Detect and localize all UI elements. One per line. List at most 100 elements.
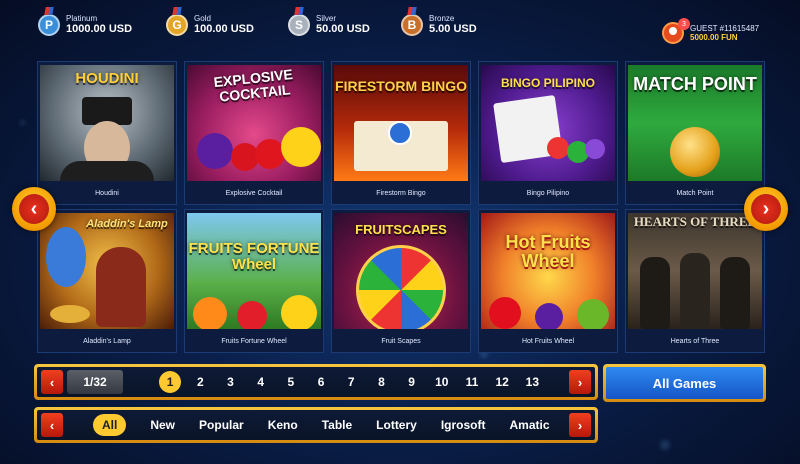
thumbnail-title: FRUITSCAPES [355,222,447,237]
jackpot-silver: S Silver 50.00 USD [288,14,370,36]
game-thumbnail[interactable]: HOUDINI [40,65,174,181]
game-card-hearts-of-three[interactable]: HEARTS OF THREE Hearts of Three [625,209,765,353]
jackpot-bronze: B Bronze 5.00 USD [401,14,477,36]
game-label: Fruits Fortune Wheel [221,338,287,345]
game-card-hot-fruits-wheel[interactable]: Hot Fruits Wheel Hot Fruits Wheel [478,209,618,353]
chevron-left-icon: ‹ [49,374,55,390]
chevron-left-icon: ‹ [49,417,55,433]
game-label: Aladdin's Lamp [83,338,131,345]
bingo-ball-icon [547,137,569,159]
all-games-label: All Games [606,367,763,399]
plum-icon [197,133,233,169]
category-prev-button[interactable]: ‹ [41,413,63,437]
thumbnail-title: Aladdin's Lamp [86,218,168,230]
page-prev-button[interactable]: ‹ [41,370,63,394]
user-avatar-icon[interactable]: 3 [662,18,690,44]
chevron-right-icon: › [577,417,583,433]
page-number[interactable]: 11 [457,375,487,389]
game-card-fruits-fortune-wheel[interactable]: FRUITS FORTUNE Wheel Fruits Fortune Whee… [184,209,324,353]
jackpot-amount: 100.00 USD [194,23,254,36]
platinum-medal-icon: P [38,14,60,36]
game-card-match-point[interactable]: MATCH POINT Match Point [625,61,765,205]
category-tab-popular[interactable]: Popular [199,418,244,432]
game-card-fruit-scapes[interactable]: FRUITSCAPES Fruit Scapes [331,209,471,353]
bokeh-light [20,120,25,125]
game-thumbnail[interactable]: FRUITS FORTUNE Wheel [187,213,321,329]
game-card-firestorm-bingo[interactable]: FIRESTORM BINGO Firestorm Bingo [331,61,471,205]
cowboy-figure [640,257,670,329]
game-thumbnail[interactable]: Aladdin's Lamp [40,213,174,329]
page-number[interactable]: 1 [155,371,185,393]
page-next-button[interactable]: › [569,370,591,394]
jackpot-gold: G Gold 100.00 USD [166,14,254,36]
category-tab-new[interactable]: New [150,418,175,432]
fortune-wheel-icon [356,245,446,329]
game-label: Hot Fruits Wheel [521,338,575,345]
magician-coat [60,161,154,181]
bingo-ball-icon [388,121,412,145]
page-number[interactable]: 7 [336,375,366,389]
category-bar: ‹ All New Popular Keno Table Lottery Igr… [34,407,598,443]
game-label: Explosive Cocktail [225,190,283,197]
next-games-button[interactable]: › [744,187,788,231]
jackpot-name: Bronze [429,13,455,23]
category-tab-all[interactable]: All [93,414,127,436]
jackpot-amount: 1000.00 USD [66,23,133,36]
category-tab-lottery[interactable]: Lottery [376,418,417,432]
game-thumbnail[interactable]: EXPLOSIVE COCKTAIL [187,65,321,181]
gold-medal-icon: G [166,14,188,36]
category-tab-table[interactable]: Table [322,418,352,432]
page-number[interactable]: 12 [487,375,517,389]
category-list: All New Popular Keno Table Lottery Igros… [93,413,574,437]
game-thumbnail[interactable]: MATCH POINT [628,65,762,181]
bingo-ball-icon [585,139,605,159]
game-label: Match Point [676,190,714,197]
all-games-button[interactable]: All Games [603,364,766,402]
user-account[interactable]: 3 GUEST #11615487 5000.00 FUN [662,18,760,44]
jackpot-name: Gold [194,13,211,23]
user-balance: 5000.00 FUN [690,33,738,42]
page-number[interactable]: 3 [215,375,245,389]
category-tab-amatic[interactable]: Amatic [510,418,550,432]
game-card-explosive-cocktail[interactable]: EXPLOSIVE COCKTAIL Explosive Cocktail [184,61,324,205]
page-number[interactable]: 5 [276,375,306,389]
game-label: Firestorm Bingo [376,190,426,197]
chevron-right-icon: › [751,194,781,224]
jackpot-amount: 50.00 USD [316,23,370,36]
page-number[interactable]: 6 [306,375,336,389]
category-tab-igrosoft[interactable]: Igrosoft [441,418,486,432]
page-number[interactable]: 9 [397,375,427,389]
thumbnail-title: FIRESTORM BINGO [335,78,467,94]
category-next-button[interactable]: › [569,413,591,437]
bronze-medal-icon: B [401,14,423,36]
game-label: Bingo Pilipino [526,190,570,197]
thumbnail-title: FRUITS FORTUNE Wheel [188,240,320,273]
pagination-bar: ‹ 1/32 1 2 3 4 5 6 7 8 9 10 11 12 13 › [34,364,598,400]
page-number[interactable]: 13 [517,375,547,389]
thumbnail-title: MATCH POINT [633,74,757,94]
game-thumbnail[interactable]: HEARTS OF THREE [628,213,762,329]
game-card-houdini[interactable]: HOUDINI Houdini [37,61,177,205]
game-card-aladdins-lamp[interactable]: Aladdin's Lamp Aladdin's Lamp [37,209,177,353]
prev-games-button[interactable]: ‹ [12,187,56,231]
game-thumbnail[interactable]: BINGO PILIPINO [481,65,615,181]
page-number[interactable]: 8 [366,375,396,389]
genie-figure [46,227,86,287]
thumbnail-title: HEARTS OF THREE [633,214,757,229]
category-tab-keno[interactable]: Keno [268,418,298,432]
chevron-right-icon: › [577,374,583,390]
chevron-left-icon: ‹ [19,194,49,224]
strawberry-icon [237,301,267,329]
game-thumbnail[interactable]: Hot Fruits Wheel [481,213,615,329]
user-name: GUEST #11615487 [690,23,760,33]
jackpot-platinum: P Platinum 1000.00 USD [38,14,132,36]
game-label: Hearts of Three [670,338,720,345]
thumbnail-title: HOUDINI [75,70,139,87]
page-number[interactable]: 2 [185,375,215,389]
page-number[interactable]: 4 [246,375,276,389]
game-thumbnail[interactable]: FIRESTORM BINGO [334,65,468,181]
page-number[interactable]: 10 [427,375,457,389]
game-card-bingo-pilipino[interactable]: BINGO PILIPINO Bingo Pilipino [478,61,618,205]
game-thumbnail[interactable]: FRUITSCAPES [334,213,468,329]
lemon-icon [281,295,317,329]
